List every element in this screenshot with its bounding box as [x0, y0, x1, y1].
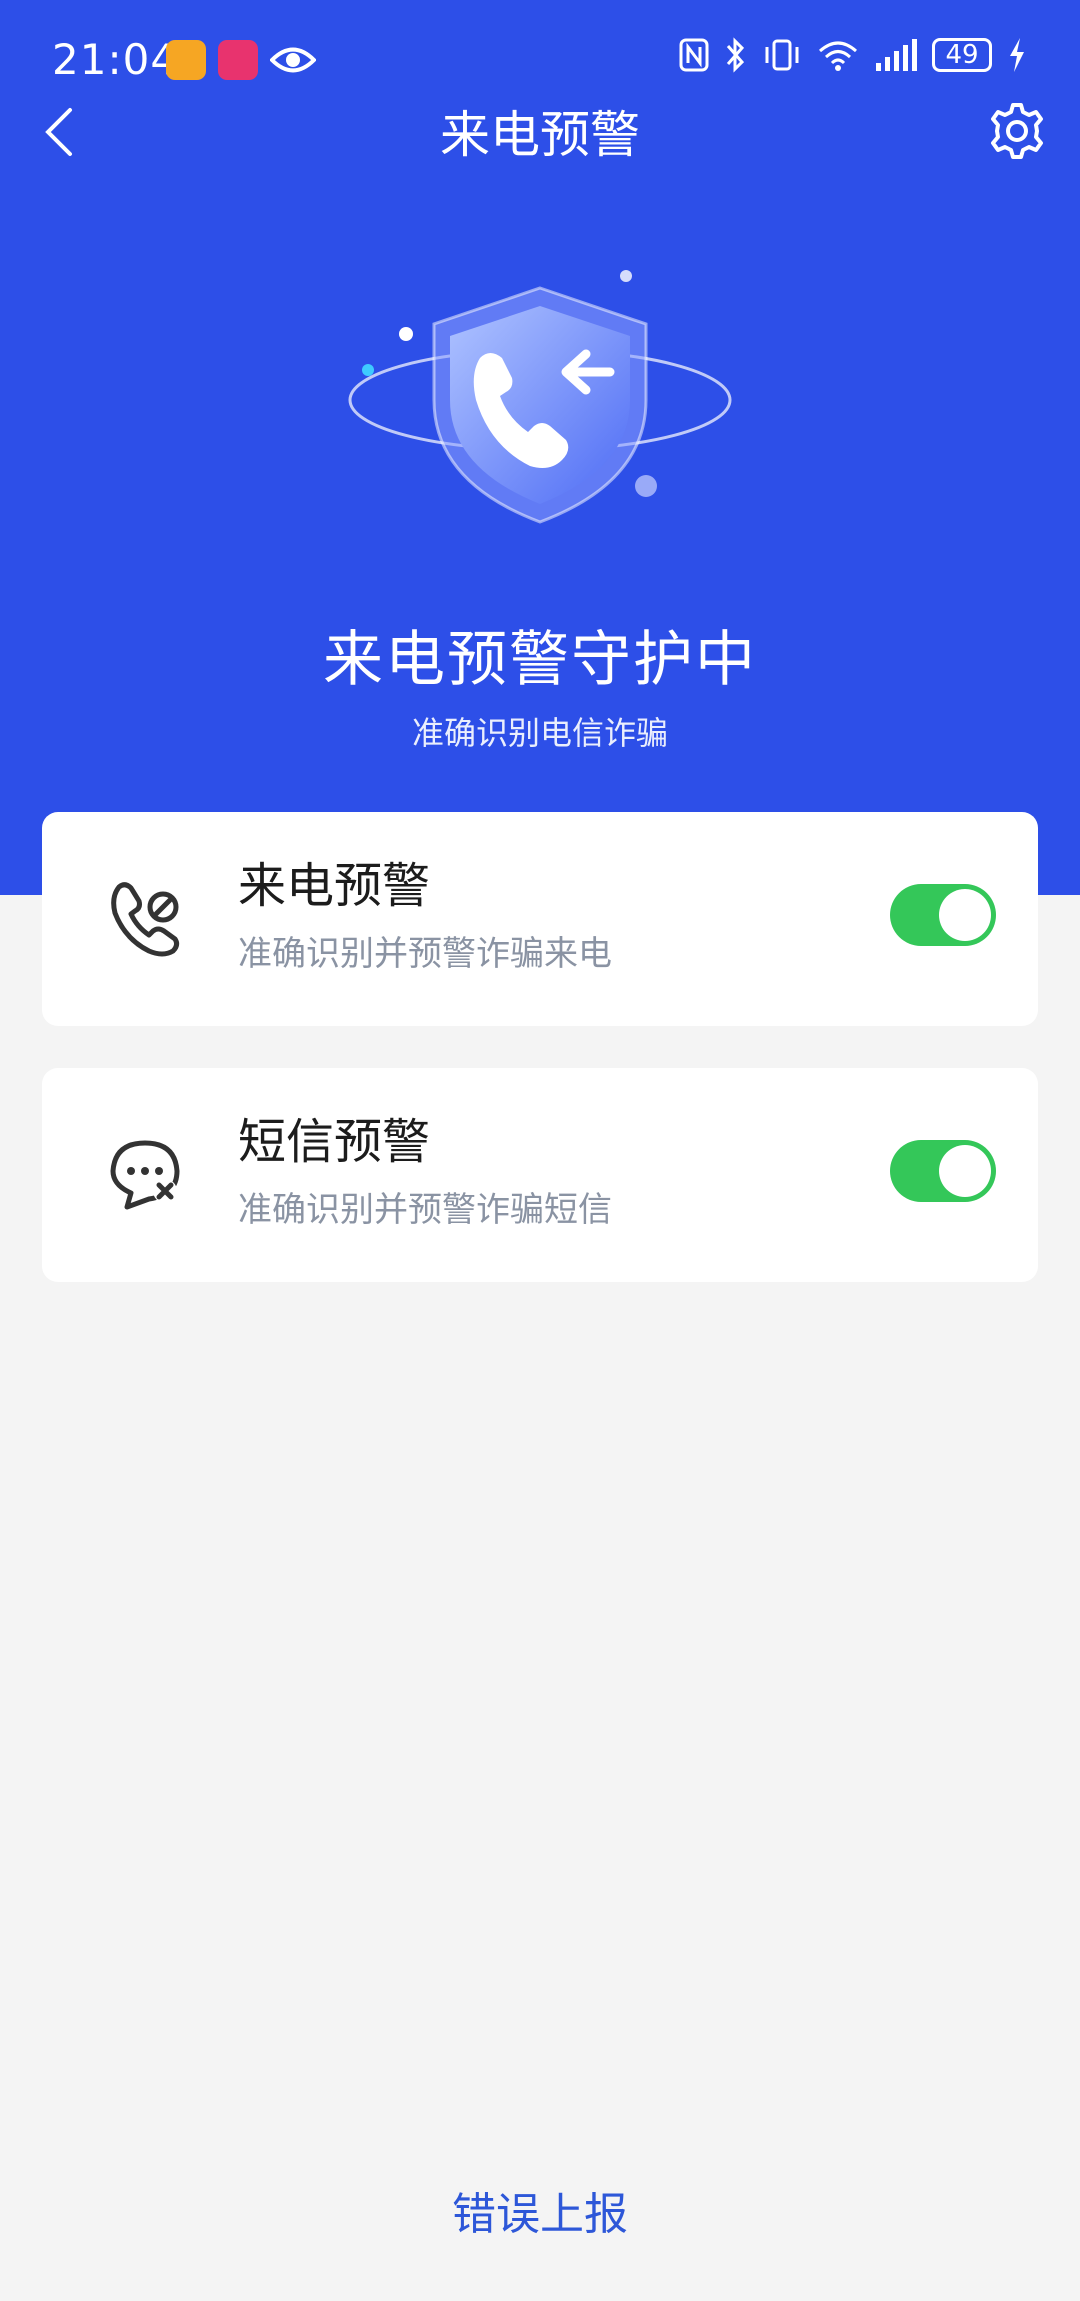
call-alert-toggle[interactable]: [890, 884, 996, 946]
page-title: 来电预警: [440, 106, 640, 164]
message-block-icon: [100, 1128, 190, 1218]
app-bar: 来电预警: [0, 90, 1080, 180]
pink-app-icon: [218, 40, 258, 80]
hero-title: 来电预警守护中: [323, 625, 757, 695]
sms-alert-description: 准确识别并预警诈骗短信: [238, 1190, 612, 1230]
gear-icon: [991, 103, 1043, 159]
charging-icon: [1010, 38, 1024, 72]
battery-icon: 49: [932, 38, 992, 72]
shield-phone-icon: [348, 270, 732, 524]
status-right-icons: 49: [678, 36, 1028, 74]
hero-subtitle: 准确识别电信诈骗: [411, 714, 668, 752]
toggle-knob: [939, 889, 991, 941]
wifi-icon: [819, 41, 857, 71]
call-alert-description: 准确识别并预警诈骗来电: [238, 934, 612, 974]
sms-alert-card: 短信预警 准确识别并预警诈骗短信: [42, 1068, 1038, 1282]
eye-icon: [270, 47, 316, 73]
status-left-icons: [166, 40, 316, 80]
sms-alert-toggle[interactable]: [890, 1140, 996, 1202]
toggle-knob: [939, 1145, 991, 1197]
signal-icon: [876, 39, 917, 71]
phone-block-icon: [100, 872, 190, 962]
error-report-link[interactable]: 错误上报: [0, 2185, 1080, 2245]
status-time: 21:04: [52, 35, 179, 84]
weibo-app-icon: [166, 40, 206, 80]
bluetooth-icon: [726, 37, 745, 73]
call-alert-title: 来电预警: [238, 858, 431, 914]
nfc-icon: [679, 38, 709, 72]
settings-button[interactable]: [982, 96, 1052, 166]
call-alert-card: 来电预警 准确识别并预警诈骗来电: [42, 812, 1038, 1026]
sms-alert-title: 短信预警: [238, 1114, 431, 1170]
vibrate-icon: [765, 39, 799, 71]
